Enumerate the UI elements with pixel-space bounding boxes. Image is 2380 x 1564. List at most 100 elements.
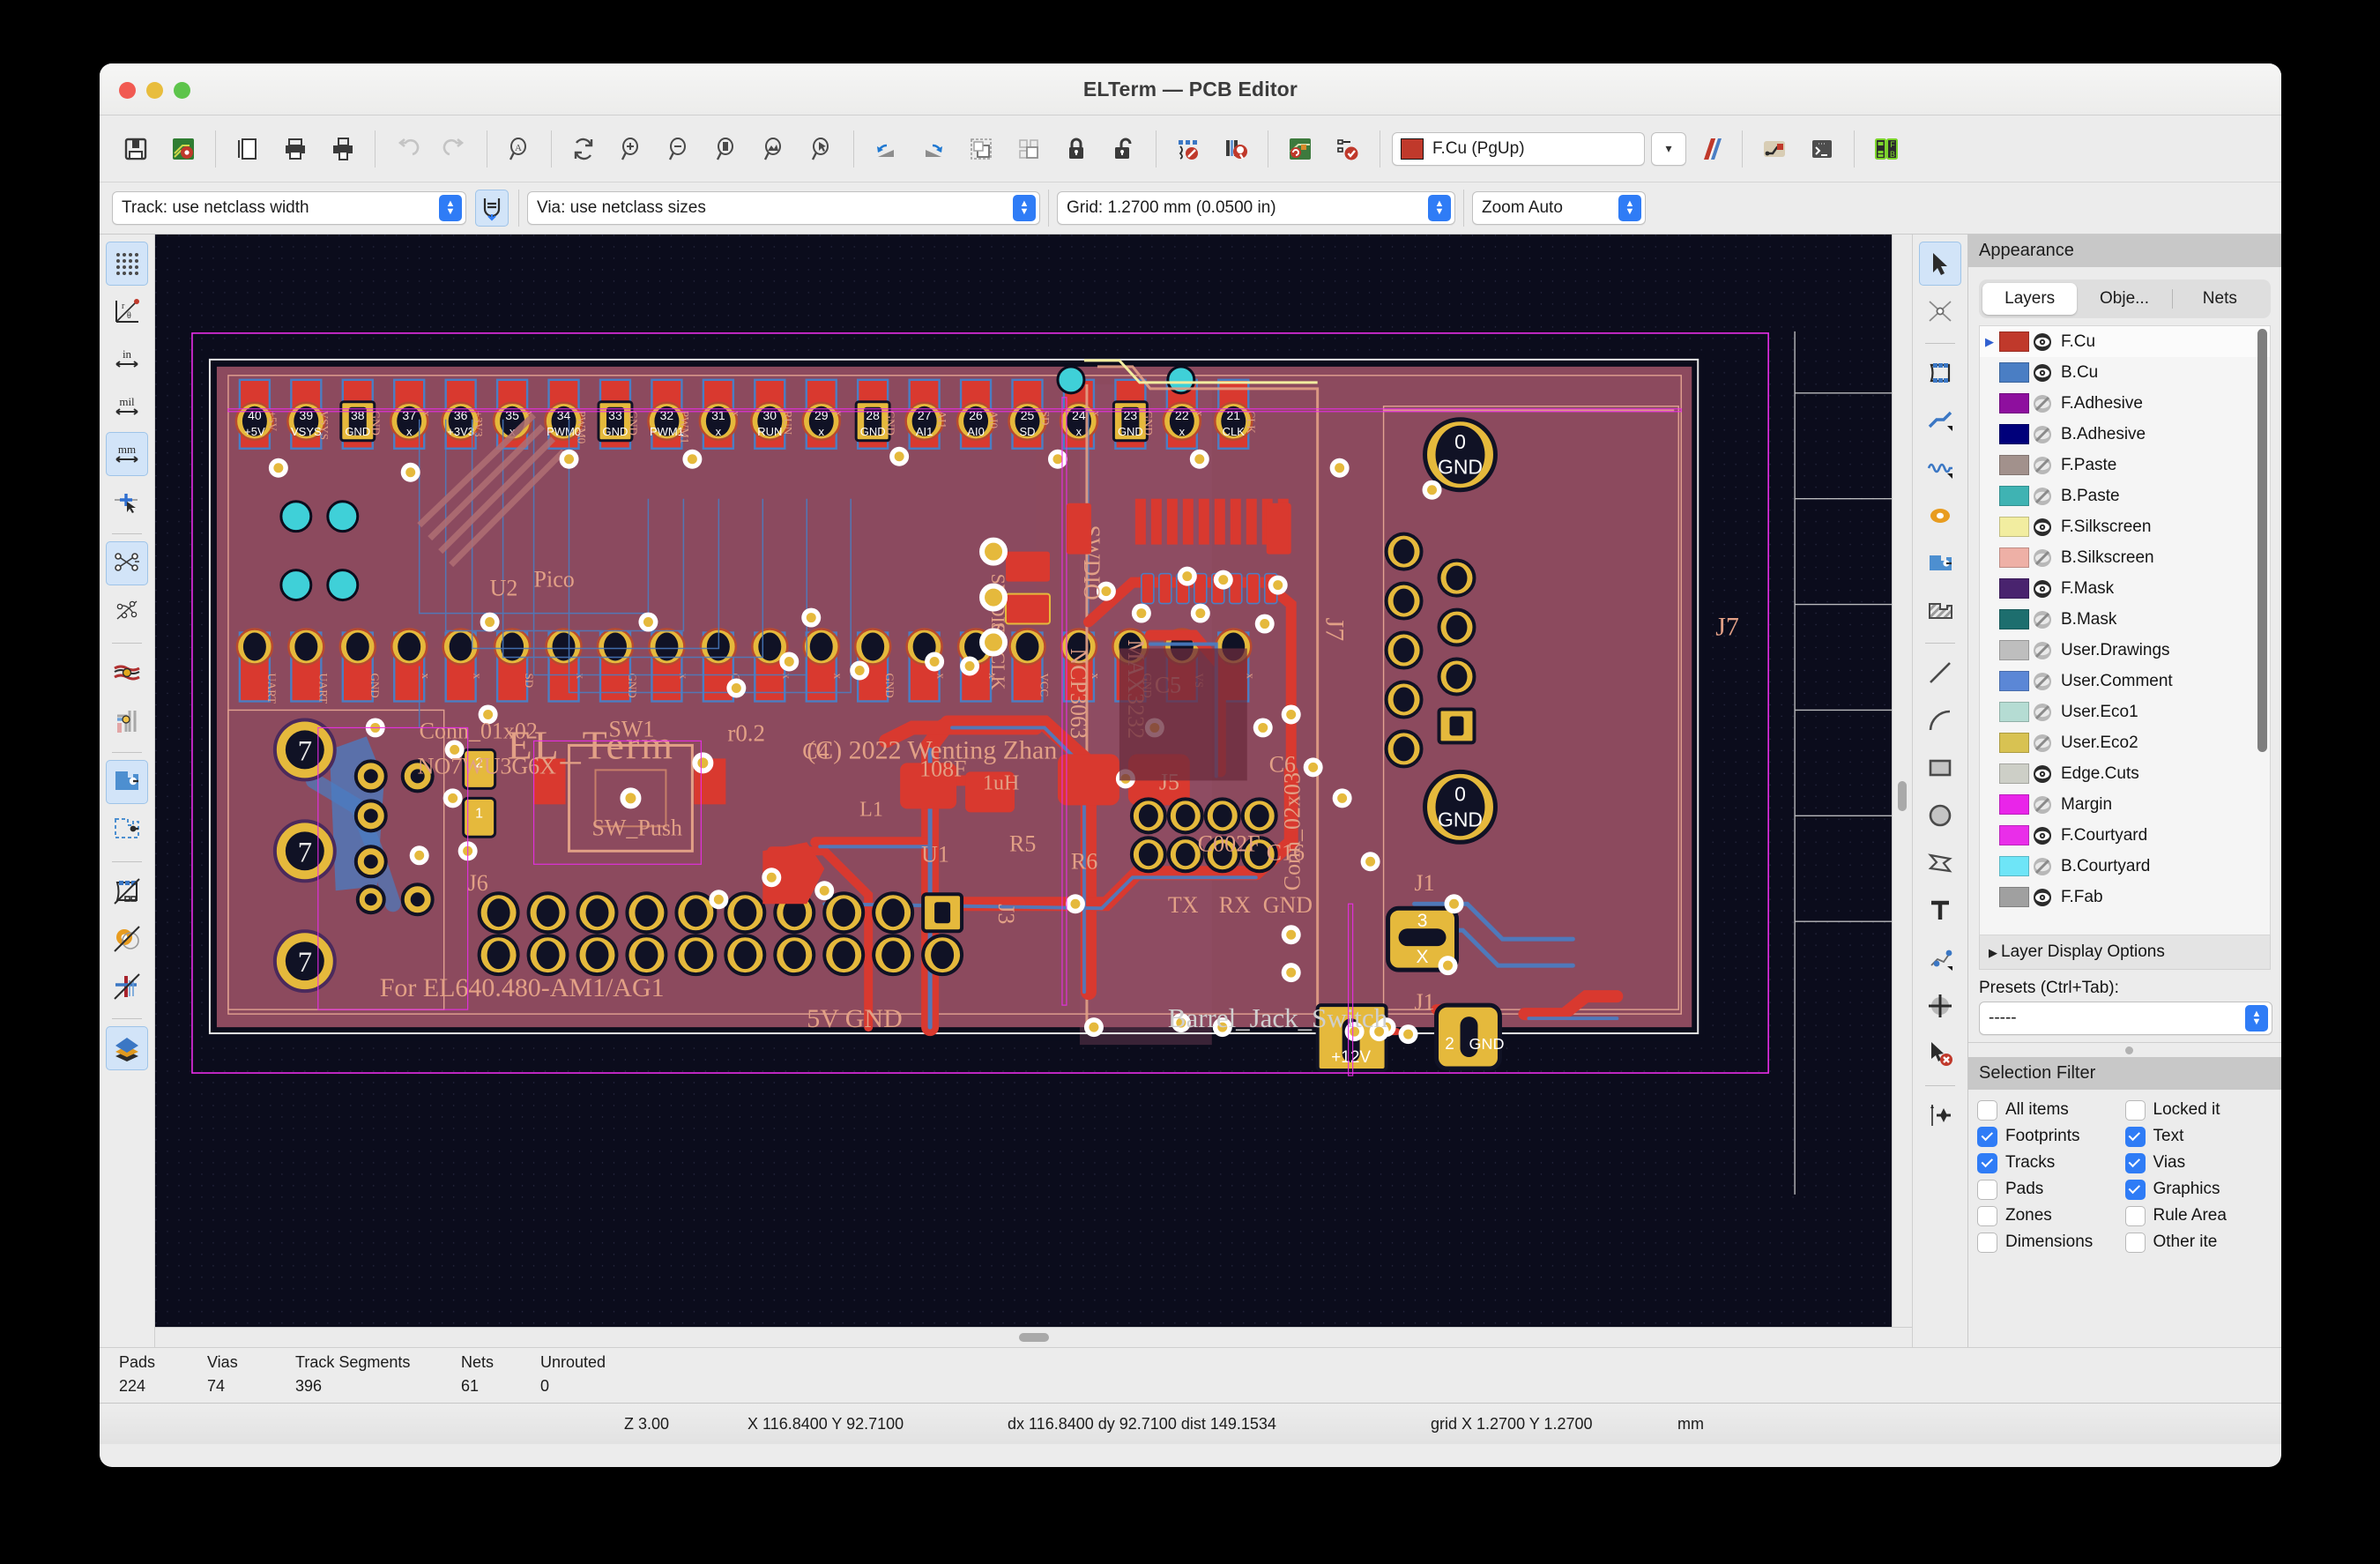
- layer-row-user-eco1[interactable]: User.Eco1: [1980, 696, 2270, 727]
- via-size-select[interactable]: Via: use netclass sizes ▲▼: [527, 191, 1040, 225]
- select-tool-icon[interactable]: [1919, 242, 1961, 286]
- layer-visibility-icon[interactable]: [2029, 486, 2056, 507]
- layer-visibility-icon[interactable]: [2029, 517, 2056, 538]
- full-crosshair-icon[interactable]: [106, 480, 148, 524]
- pcb-canvas[interactable]: 40+5V+5V39VSYSVSYS38GNDGND37xx36+3V3+3V3…: [155, 235, 1912, 1327]
- via-size-stepper[interactable]: ▲▼: [1013, 195, 1036, 221]
- layer-color-swatch[interactable]: [1999, 733, 2029, 753]
- group-icon[interactable]: [959, 127, 1003, 171]
- tab-nets[interactable]: Nets: [2173, 283, 2267, 315]
- save-icon[interactable]: [114, 127, 158, 171]
- layer-row-b-courtyard[interactable]: B.Courtyard: [1980, 851, 2270, 882]
- layer-color-swatch[interactable]: [1999, 517, 2029, 537]
- layer-row-b-silkscreen[interactable]: B.Silkscreen: [1980, 542, 2270, 573]
- units-mm-icon[interactable]: mm: [106, 432, 148, 476]
- checkbox[interactable]: [1977, 1206, 1997, 1226]
- zoom-fit-icon[interactable]: [704, 127, 748, 171]
- layer-row-f-adhesive[interactable]: F.Adhesive: [1980, 388, 2270, 419]
- add-text-icon[interactable]: [1919, 889, 1961, 933]
- layer-visibility-icon[interactable]: [2029, 671, 2056, 692]
- layer-visibility-icon[interactable]: [2029, 547, 2056, 569]
- canvas-vertical-scrollbar[interactable]: [1892, 235, 1912, 1328]
- local-ratsnest-icon[interactable]: [1919, 289, 1961, 333]
- draw-rectangle-icon[interactable]: [1919, 746, 1961, 790]
- board-setup-icon[interactable]: [161, 127, 205, 171]
- zone-outline-icon[interactable]: [106, 808, 148, 852]
- layer-row-f-courtyard[interactable]: F.Courtyard: [1980, 820, 2270, 851]
- delete-tool-icon[interactable]: [1919, 1031, 1961, 1076]
- checkbox[interactable]: [2125, 1233, 2146, 1253]
- ungroup-icon[interactable]: [1007, 127, 1051, 171]
- scripting-console-icon[interactable]: [1800, 127, 1844, 171]
- canvas-vertical-thumb[interactable]: [1898, 781, 1907, 811]
- layer-visibility-icon[interactable]: [2029, 609, 2056, 630]
- footprint-sketch-icon[interactable]: [106, 869, 148, 913]
- layer-visibility-icon[interactable]: [2029, 393, 2056, 414]
- layer-color-swatch[interactable]: [1999, 856, 2029, 876]
- page-settings-icon[interactable]: [226, 127, 270, 171]
- layer-row-margin[interactable]: Margin: [1980, 789, 2270, 820]
- checkbox[interactable]: [2125, 1180, 2146, 1200]
- auto-track-width-icon[interactable]: [475, 190, 509, 227]
- layer-row-f-paste[interactable]: F.Paste: [1980, 450, 2270, 480]
- rotate-ccw-icon[interactable]: [864, 127, 908, 171]
- layer-color-swatch[interactable]: [1999, 424, 2029, 444]
- layer-color-swatch[interactable]: [1999, 362, 2029, 383]
- add-dimension-icon[interactable]: [1919, 936, 1961, 980]
- tab-layers[interactable]: Layers: [1982, 283, 2077, 315]
- route-tracks-icon[interactable]: [1752, 127, 1796, 171]
- layer-row-b-adhesive[interactable]: B.Adhesive: [1980, 419, 2270, 450]
- layer-visibility-icon[interactable]: [2029, 578, 2056, 600]
- layer-row-b-mask[interactable]: B.Mask: [1980, 604, 2270, 635]
- presets-stepper[interactable]: ▲▼: [2245, 1005, 2268, 1031]
- layer-color-swatch[interactable]: [1999, 331, 2029, 352]
- track-width-select[interactable]: Track: use netclass width ▲▼: [112, 191, 466, 225]
- layer-visibility-icon[interactable]: [2029, 455, 2056, 476]
- toggle-grid-icon[interactable]: [106, 242, 148, 286]
- active-layer-select[interactable]: F.Cu (PgUp): [1392, 132, 1645, 166]
- layer-color-swatch[interactable]: [1999, 640, 2029, 660]
- zoom-in-icon[interactable]: [609, 127, 653, 171]
- presets-select[interactable]: ----- ▲▼: [1979, 1002, 2272, 1035]
- layer-visibility-icon[interactable]: [2029, 856, 2056, 877]
- draw-zone-icon[interactable]: [1919, 541, 1961, 585]
- layer-row-f-cu[interactable]: ▶F.Cu: [1980, 326, 2270, 357]
- layer-color-swatch[interactable]: [1999, 393, 2029, 413]
- draw-rule-area-icon[interactable]: [1919, 589, 1961, 633]
- layer-visibility-icon[interactable]: [2029, 331, 2056, 353]
- panel-splitter[interactable]: [1968, 1042, 2281, 1057]
- layer-color-swatch[interactable]: [1999, 609, 2029, 629]
- layers-list[interactable]: ▶F.CuB.CuF.AdhesiveB.AdhesiveF.PasteB.Pa…: [1979, 325, 2271, 935]
- units-mils-icon[interactable]: mil: [106, 384, 148, 428]
- redo-icon[interactable]: [433, 127, 477, 171]
- set-origin-icon[interactable]: [1919, 984, 1961, 1028]
- via-fill-icon[interactable]: [106, 698, 148, 742]
- layer-color-swatch[interactable]: [1999, 825, 2029, 845]
- selection-filter-item-graphics[interactable]: Graphics: [2125, 1176, 2273, 1203]
- checkbox[interactable]: [2125, 1153, 2146, 1173]
- pad-sketch-icon[interactable]: [106, 917, 148, 961]
- layer-row-user-drawings[interactable]: User.Drawings: [1980, 635, 2270, 666]
- refresh-icon[interactable]: [562, 127, 606, 171]
- zoom-objects-icon[interactable]: [752, 127, 796, 171]
- layer-visibility-icon[interactable]: [2029, 733, 2056, 754]
- selection-filter-item-footprints[interactable]: Footprints: [1977, 1123, 2125, 1150]
- zone-filled-icon[interactable]: [106, 760, 148, 804]
- place-via-icon[interactable]: [1919, 494, 1961, 538]
- checkbox[interactable]: [1977, 1233, 1997, 1253]
- layer-visibility-icon[interactable]: [2029, 640, 2056, 661]
- layer-color-swatch[interactable]: [1999, 547, 2029, 568]
- unlock-icon[interactable]: [1102, 127, 1146, 171]
- selection-filter-item-dimensions[interactable]: Dimensions: [1977, 1229, 2125, 1255]
- checkbox[interactable]: [1977, 1100, 1997, 1121]
- zoom-selection-icon[interactable]: [800, 127, 844, 171]
- checkbox[interactable]: [1977, 1180, 1997, 1200]
- layer-color-swatch[interactable]: [1999, 763, 2029, 784]
- track-fill-icon[interactable]: [106, 651, 148, 695]
- show-footprint-icon[interactable]: FB: [1864, 127, 1908, 171]
- layer-color-swatch[interactable]: [1999, 794, 2029, 815]
- show-ratsnest-icon[interactable]: [106, 541, 148, 585]
- layer-row-edge-cuts[interactable]: Edge.Cuts: [1980, 758, 2270, 789]
- tab-objects[interactable]: Obje...: [2077, 283, 2171, 315]
- layer-color-swatch[interactable]: [1999, 887, 2029, 907]
